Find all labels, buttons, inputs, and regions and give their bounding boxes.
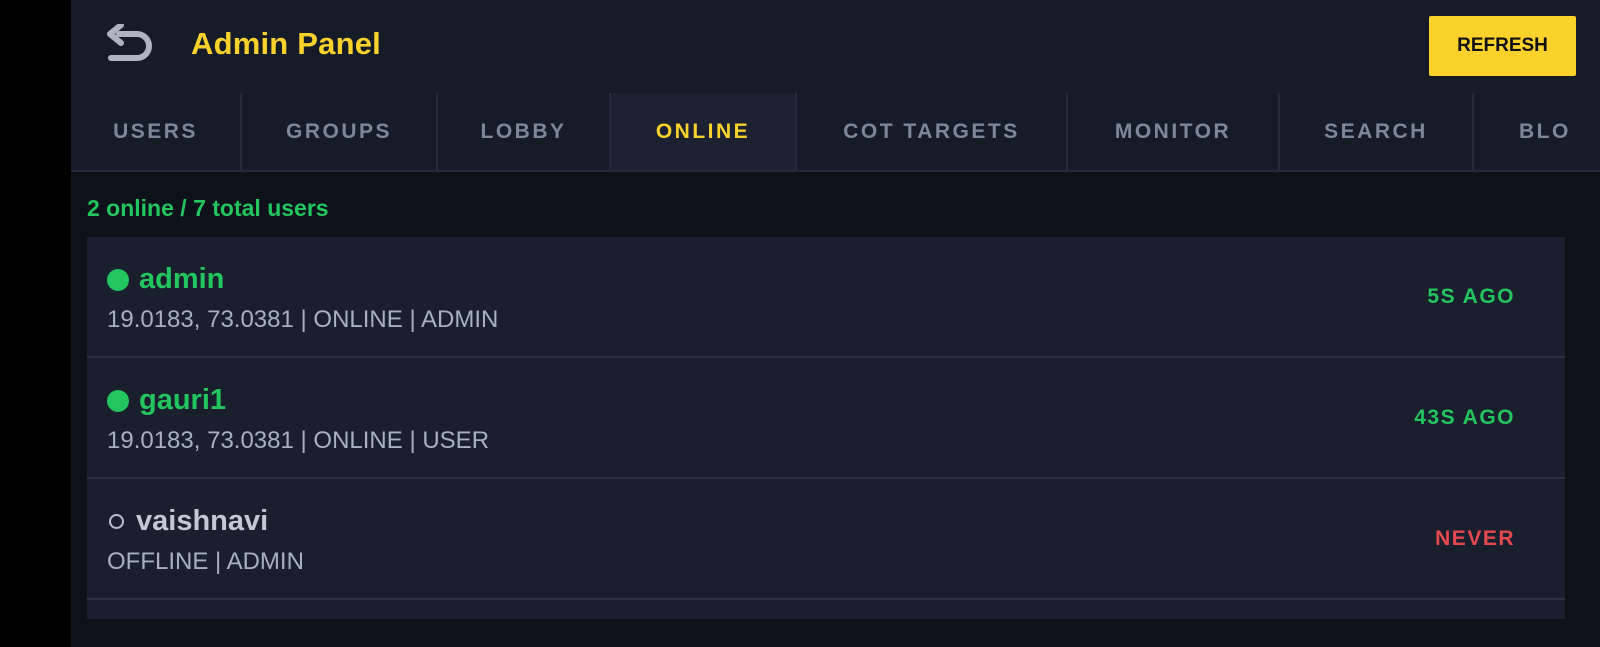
last-seen: NEVER bbox=[1435, 527, 1515, 550]
user-details: 19.0183, 73.0381 | ONLINE | ADMIN bbox=[107, 306, 499, 333]
back-button[interactable] bbox=[103, 22, 157, 70]
offline-status-circle-icon bbox=[109, 514, 124, 529]
tab-groups[interactable]: GROUPS bbox=[242, 93, 438, 170]
last-seen: 43S AGO bbox=[1414, 406, 1515, 429]
tab-lobby[interactable]: LOBBY bbox=[438, 93, 611, 170]
user-row[interactable]: gauri1 19.0183, 73.0381 | ONLINE | USER … bbox=[87, 358, 1565, 479]
user-row[interactable]: admin 19.0183, 73.0381 | ONLINE | ADMIN … bbox=[87, 237, 1565, 358]
online-status-dot-icon bbox=[107, 389, 129, 412]
header-bar: Admin Panel REFRESH bbox=[71, 0, 1600, 93]
last-seen: 5S AGO bbox=[1427, 285, 1515, 308]
tab-online[interactable]: ONLINE bbox=[611, 93, 797, 170]
user-name: admin bbox=[107, 263, 224, 296]
page-title: Admin Panel bbox=[191, 26, 381, 61]
undo-arrow-icon bbox=[107, 24, 152, 61]
user-details: 19.0183, 73.0381 | ONLINE | USER bbox=[107, 427, 490, 454]
online-summary: 2 online / 7 total users bbox=[87, 195, 329, 221]
user-details: OFFLINE | ADMIN bbox=[107, 548, 304, 575]
user-row[interactable]: vaishnavi OFFLINE | ADMIN NEVER bbox=[87, 479, 1565, 600]
tab-users[interactable]: USERS bbox=[71, 93, 242, 170]
user-name: gauri1 bbox=[107, 384, 226, 417]
tab-cot-targets[interactable]: COT TARGETS bbox=[797, 93, 1068, 170]
admin-app: Admin Panel REFRESH USERS GROUPS LOBBY O… bbox=[71, 0, 1600, 647]
user-name-label: gauri1 bbox=[139, 384, 227, 416]
online-status-dot-icon bbox=[107, 268, 129, 291]
user-name-label: admin bbox=[139, 263, 225, 295]
user-name: vaishnavi bbox=[107, 505, 268, 538]
user-name-label: vaishnavi bbox=[136, 505, 269, 537]
tab-blocked[interactable]: BLO bbox=[1474, 93, 1600, 170]
tab-bar: USERS GROUPS LOBBY ONLINE COT TARGETS MO… bbox=[71, 93, 1600, 172]
refresh-button[interactable]: REFRESH bbox=[1429, 16, 1576, 76]
tab-search[interactable]: SEARCH bbox=[1280, 93, 1474, 170]
user-list: admin 19.0183, 73.0381 | ONLINE | ADMIN … bbox=[87, 237, 1565, 619]
tab-monitor[interactable]: MONITOR bbox=[1068, 93, 1280, 170]
